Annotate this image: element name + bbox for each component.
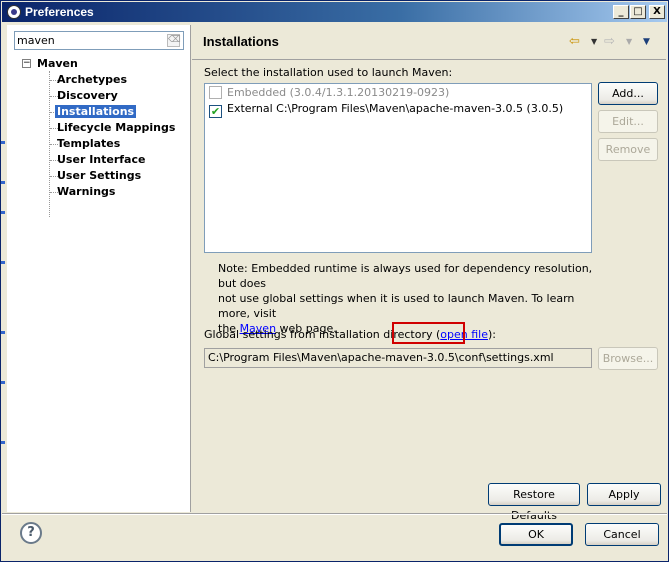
page-title: Installations [203, 34, 279, 49]
tree-item-installations-label: Installations [55, 105, 137, 118]
edit-button[interactable]: Edit... [598, 110, 658, 133]
title-bar[interactable]: Preferences _ □ X [2, 2, 667, 22]
footer-divider [2, 513, 667, 515]
installation-label: Embedded (3.0.4/1.3.1.20130219-0923) [227, 86, 450, 99]
maximize-button[interactable]: □ [630, 5, 646, 19]
global-settings-text: ): [487, 328, 496, 341]
eclipse-icon [7, 5, 21, 19]
annotation-highlight [392, 322, 465, 344]
tree-item-templates[interactable]: Templates [57, 136, 120, 151]
cancel-button[interactable]: Cancel [585, 523, 659, 546]
background-window-edge [1, 141, 6, 471]
tree-item-warnings[interactable]: Warnings [57, 184, 115, 199]
page-header: Installations ⇦ ▼ ⇨ ▼ ▼ [192, 25, 666, 59]
preferences-window: Preferences _ □ X ⌫ − Maven Archetypes D… [0, 0, 669, 562]
tree-item-maven[interactable]: Maven [37, 56, 78, 71]
ok-button[interactable]: OK [499, 523, 573, 546]
clear-filter-icon[interactable]: ⌫ [167, 34, 181, 47]
installation-row-embedded[interactable]: Embedded (3.0.4/1.3.1.20130219-0923) [209, 85, 449, 101]
tree-item-archetypes[interactable]: Archetypes [57, 72, 127, 87]
tree-item-user-interface[interactable]: User Interface [57, 152, 145, 167]
installation-label: External C:\Program Files\Maven\apache-m… [227, 102, 564, 115]
add-button[interactable]: Add... [598, 82, 658, 105]
back-arrow-icon[interactable]: ⇦ [569, 35, 580, 48]
restore-defaults-button[interactable]: Restore Defaults [488, 483, 580, 522]
remove-button[interactable]: Remove [598, 138, 658, 161]
help-icon[interactable]: ? [20, 522, 42, 544]
back-dropdown-icon[interactable]: ▼ [591, 37, 597, 46]
filter-input[interactable] [17, 33, 157, 48]
tree-item-user-settings[interactable]: User Settings [57, 168, 141, 183]
minimize-button[interactable]: _ [613, 5, 629, 19]
installation-checkbox-checked[interactable]: ✔ [209, 105, 222, 118]
collapse-icon[interactable]: − [22, 59, 31, 68]
browse-button[interactable]: Browse... [598, 347, 658, 370]
header-divider [192, 59, 666, 60]
installation-checkbox[interactable] [209, 86, 222, 99]
select-installation-label: Select the installation used to launch M… [204, 66, 453, 79]
apply-button[interactable]: Apply [587, 483, 661, 506]
forward-dropdown-icon[interactable]: ▼ [626, 37, 632, 46]
filter-field[interactable]: ⌫ [14, 31, 184, 50]
global-settings-path-field: C:\Program Files\Maven\apache-maven-3.0.… [204, 348, 592, 368]
window-title: Preferences [25, 5, 94, 19]
forward-arrow-icon[interactable]: ⇨ [604, 35, 615, 48]
close-button[interactable]: X [649, 5, 665, 19]
preference-tree-panel: ⌫ − Maven Archetypes Discovery Installat… [7, 25, 191, 512]
tree-item-lifecycle-mappings[interactable]: Lifecycle Mappings [57, 120, 175, 135]
installation-row-external[interactable]: ✔ External C:\Program Files\Maven\apache-… [209, 101, 564, 118]
preference-page: Installations ⇦ ▼ ⇨ ▼ ▼ Select the insta… [192, 25, 666, 522]
note-line: not use global settings when it is used … [218, 292, 575, 320]
note-line: Note: Embedded runtime is always used fo… [218, 262, 593, 290]
installations-list[interactable]: Embedded (3.0.4/1.3.1.20130219-0923) ✔ Ex… [204, 83, 592, 253]
tree-item-installations[interactable]: Installations [55, 104, 137, 119]
view-menu-icon[interactable]: ▼ [643, 37, 650, 47]
tree-item-discovery[interactable]: Discovery [57, 88, 118, 103]
